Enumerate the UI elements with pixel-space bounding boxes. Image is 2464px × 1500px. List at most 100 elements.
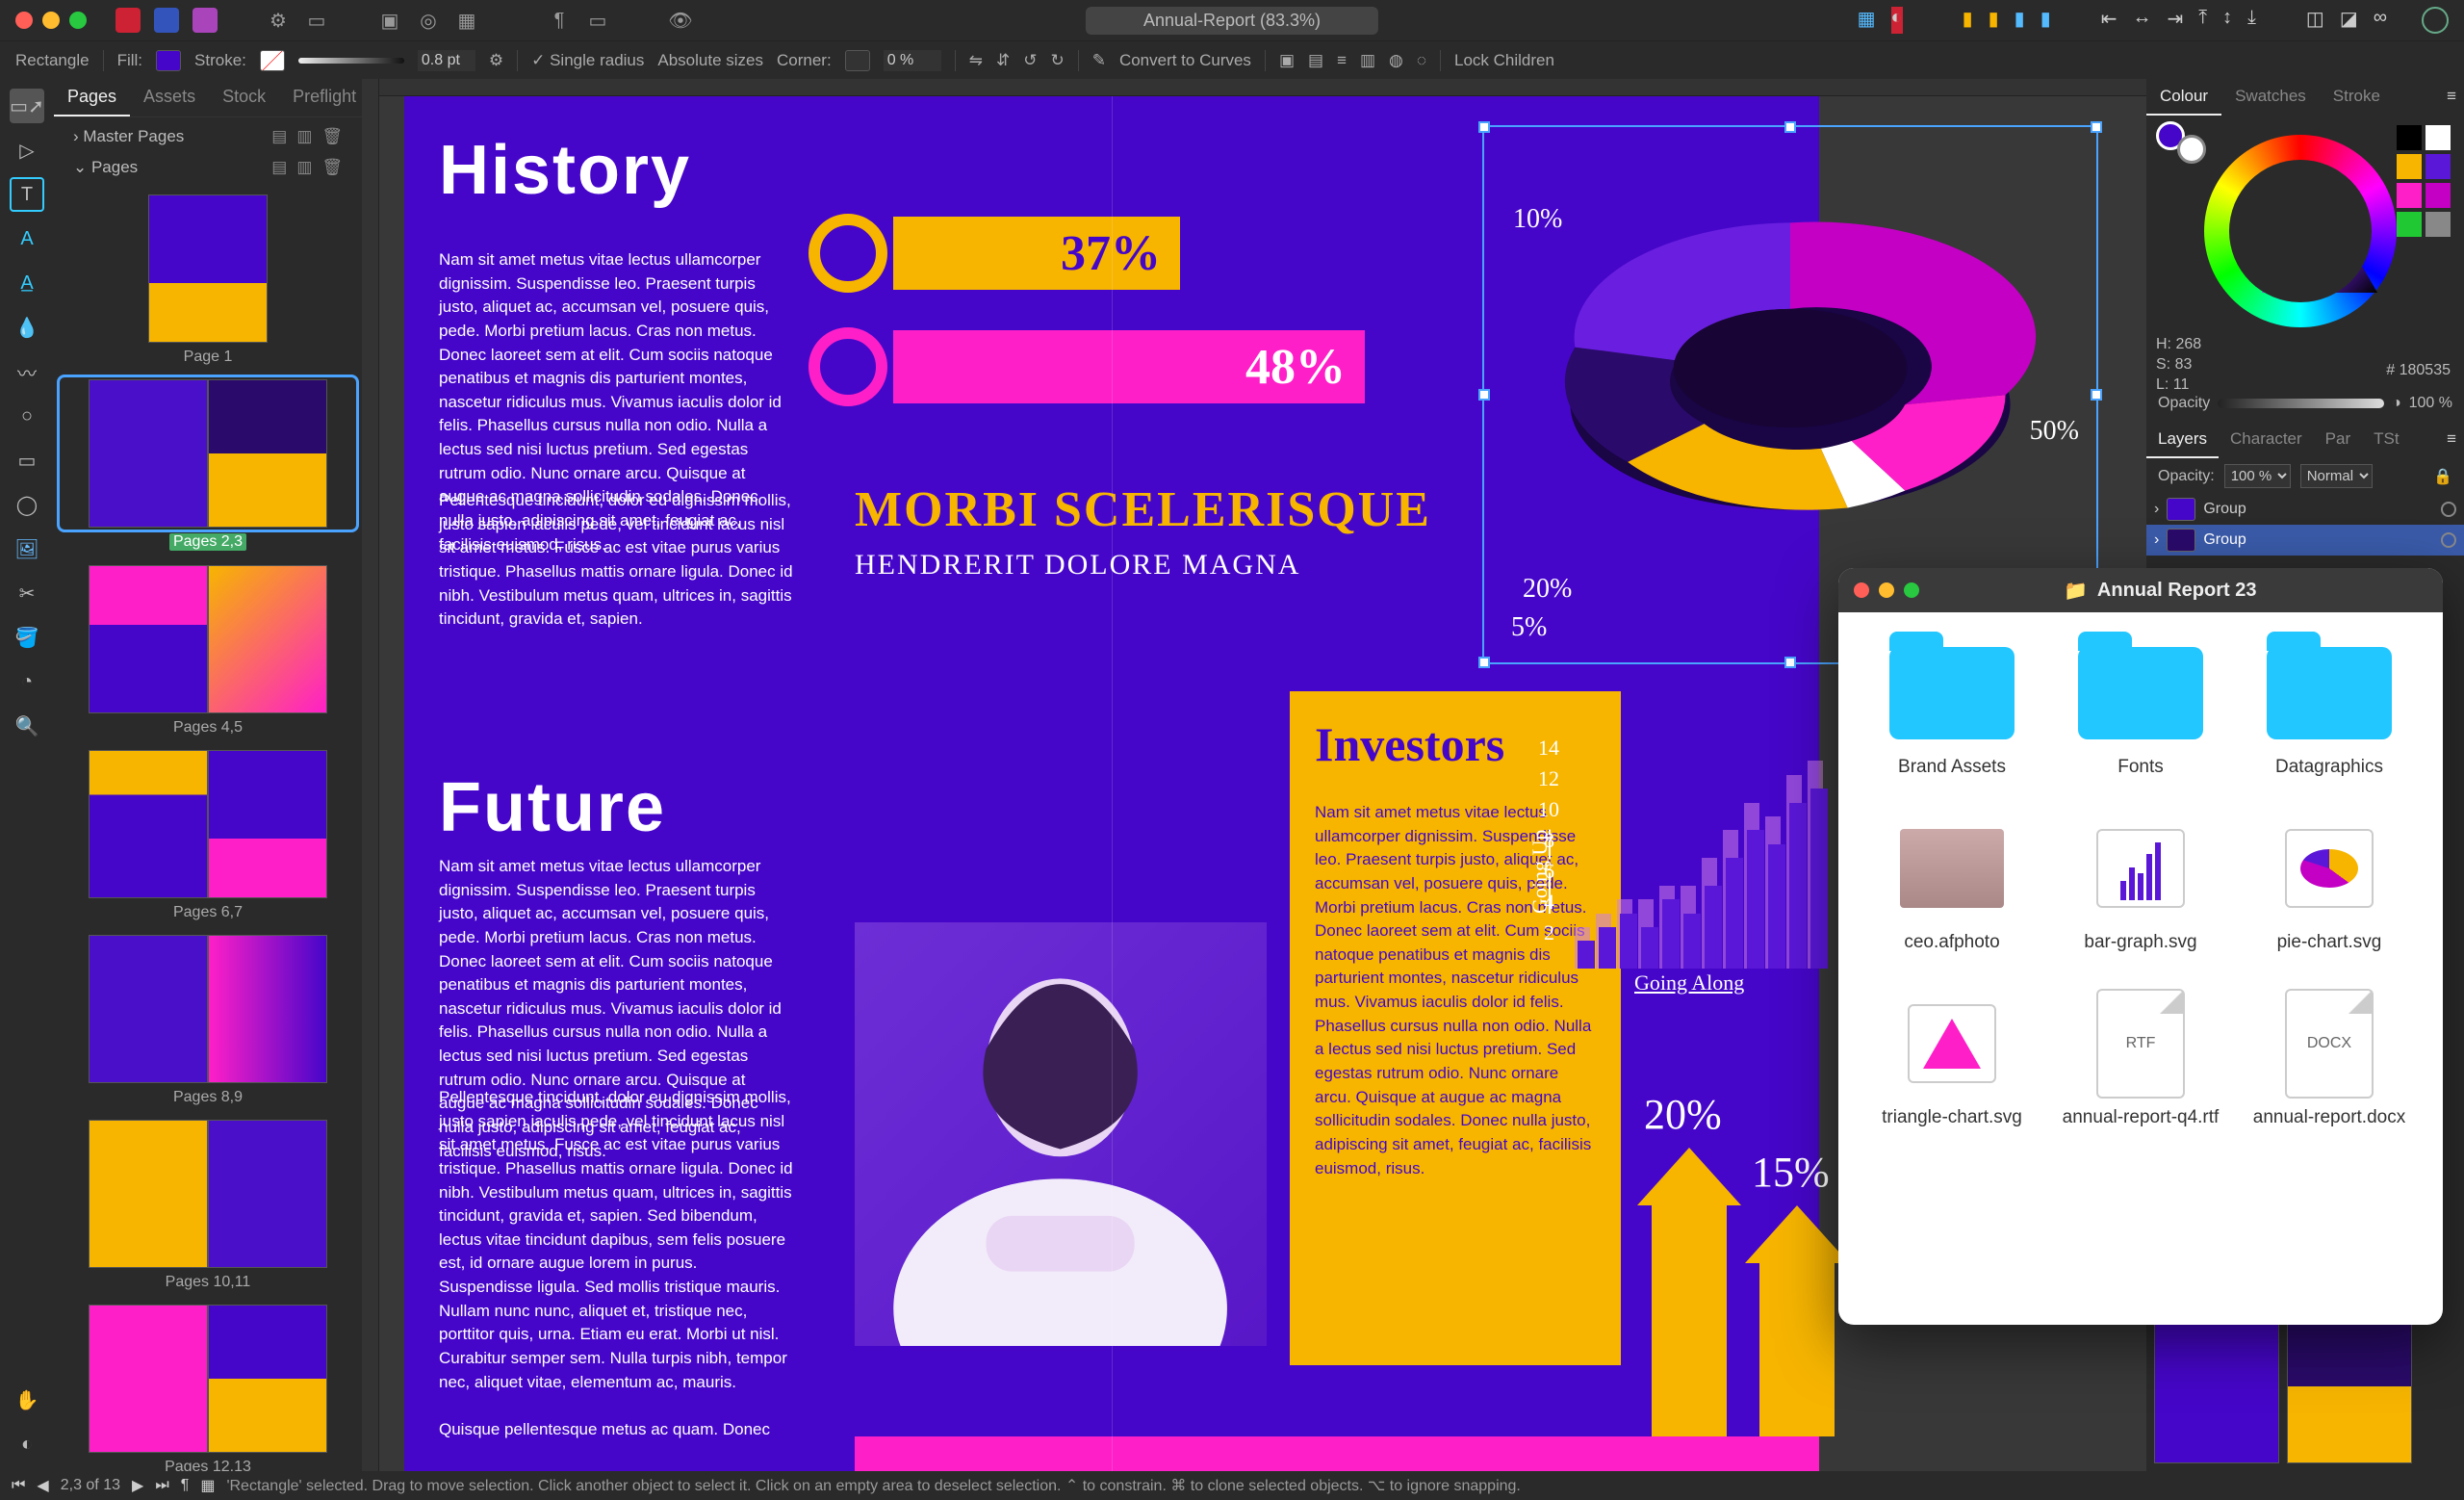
rounded-rect-tool-icon[interactable]: ◯ <box>10 487 44 522</box>
layer-row[interactable]: ›Group <box>2146 525 2464 556</box>
nav-page-right[interactable] <box>2287 1309 2412 1463</box>
layers-menu-icon[interactable]: ≡ <box>2439 422 2464 458</box>
tab-layers[interactable]: Layers <box>2146 422 2219 458</box>
hex-readout[interactable]: # 180535 <box>2386 362 2451 379</box>
tab-colour[interactable]: Colour <box>2146 79 2221 116</box>
stroke-width-field[interactable] <box>418 50 475 71</box>
rotate-cw-icon[interactable]: ↻ <box>1050 51 1064 70</box>
preferences-icon[interactable]: ⚙ <box>266 8 291 33</box>
stroke-width-slider[interactable] <box>298 58 404 64</box>
page-thumb-1[interactable]: Page 1 <box>62 194 354 366</box>
finder-item[interactable]: Datagraphics <box>2245 641 2414 778</box>
finder-item[interactable]: bar-graph.svg <box>2056 816 2225 953</box>
eyedropper-tool-icon[interactable]: 💧 <box>10 310 44 345</box>
colour-chooser-icon[interactable]: ◐ <box>10 1427 44 1461</box>
nav-page-left[interactable] <box>2154 1309 2279 1463</box>
page-thumb-10-11[interactable]: Pages 10,11 <box>62 1120 354 1291</box>
view-options-icon[interactable]: ▦ <box>200 1476 215 1495</box>
absolute-sizes-label[interactable]: Absolute sizes <box>657 51 763 70</box>
colour-wheel[interactable] <box>2204 135 2397 327</box>
tab-paragraph[interactable]: Par <box>2314 422 2362 458</box>
fill-swatch[interactable] <box>156 50 181 71</box>
document-title[interactable]: Annual-Report (83.3%) <box>1086 7 1378 35</box>
stroke-swatch[interactable] <box>260 50 285 71</box>
designer-persona-icon[interactable] <box>154 8 179 33</box>
minimize-window-icon[interactable] <box>1879 582 1894 598</box>
first-page-icon[interactable]: ⏮ <box>12 1477 25 1494</box>
link-icon[interactable]: ∞ <box>2374 7 2387 34</box>
master-pages-header[interactable]: › Master Pages <box>73 127 184 146</box>
show-text-wrap-icon[interactable]: ▤ <box>1308 51 1323 70</box>
master-options-icon[interactable]: ▥ <box>296 127 312 146</box>
arrange-front-icon[interactable]: ▮ <box>2040 7 2051 34</box>
preview-mode-icon[interactable]: 👁 <box>668 8 693 33</box>
page-thumb-2-3[interactable]: Pages 2,3 <box>62 379 354 552</box>
zoom-window-icon[interactable] <box>1904 582 1919 598</box>
baseline-icon[interactable]: ¶ <box>547 8 572 33</box>
corner-value-field[interactable] <box>884 50 941 71</box>
close-window-icon[interactable] <box>1854 582 1869 598</box>
tab-assets[interactable]: Assets <box>130 79 209 116</box>
tab-text-styles[interactable]: TSt <box>2362 422 2410 458</box>
swatch[interactable] <box>2397 212 2422 237</box>
document-spread[interactable]: History Nam sit amet metus vitae lectus … <box>404 94 1819 1471</box>
wrap-settings-icon[interactable]: ▣ <box>1279 51 1295 70</box>
page-thumb-6-7[interactable]: Pages 6,7 <box>62 750 354 921</box>
zoom-window-icon[interactable] <box>69 12 87 29</box>
last-page-icon[interactable]: ⏭ <box>155 1477 168 1494</box>
add-page-icon[interactable]: ▤ <box>271 158 287 177</box>
zoom-tool-icon[interactable]: 🔍 <box>10 709 44 743</box>
finder-item[interactable]: RTFannual-report-q4.rtf <box>2056 992 2225 1128</box>
convert-curves-button[interactable]: Convert to Curves <box>1119 51 1251 70</box>
align-right-icon[interactable]: ⇥ <box>2167 7 2183 34</box>
convert-curves-icon[interactable]: ✎ <box>1092 51 1106 70</box>
layer-lock-icon[interactable]: 🔒 <box>2433 467 2452 486</box>
noise-toggle-icon[interactable]: ◑ <box>2392 395 2401 412</box>
flip-horizontal-icon[interactable]: ⇋ <box>969 51 983 70</box>
arrange-backward-icon[interactable]: ▮ <box>1989 7 1999 34</box>
finder-item[interactable]: Brand Assets <box>1867 641 2037 778</box>
page-thumb-4-5[interactable]: Pages 4,5 <box>62 565 354 737</box>
transparency-tool-icon[interactable]: ◔ <box>10 664 44 699</box>
rotate-ccw-icon[interactable]: ↺ <box>1023 51 1037 70</box>
swatch[interactable] <box>2397 154 2422 179</box>
arrange-forward-icon[interactable]: ▮ <box>2015 7 2025 34</box>
finder-item[interactable]: triangle-chart.svg <box>1867 992 2037 1128</box>
page-thumb-8-9[interactable]: Pages 8,9 <box>62 935 354 1106</box>
preflight-icon[interactable]: ▣ <box>377 8 402 33</box>
finder-item[interactable]: ceo.afphoto <box>1867 816 2037 953</box>
align-hcenter-icon[interactable]: ↔ <box>2132 7 2151 34</box>
swatch[interactable] <box>2397 125 2422 150</box>
snapping-icon[interactable]: ▦ <box>1858 7 1876 34</box>
document-setup-icon[interactable]: ▭ <box>304 8 329 33</box>
panel-menu-icon[interactable]: ≡ <box>2439 79 2464 116</box>
finder-item[interactable]: Fonts <box>2056 641 2225 778</box>
visibility-icon[interactable] <box>2441 532 2456 548</box>
tab-pages[interactable]: Pages <box>54 79 130 116</box>
ungroup-icon[interactable]: ◪ <box>2340 7 2358 34</box>
toggle-ui-icon[interactable]: ◐ <box>1891 7 1903 34</box>
tab-preflight[interactable]: Preflight <box>279 79 370 116</box>
pages-header[interactable]: ⌄ Pages <box>73 158 138 177</box>
arrange-back-icon[interactable]: ▮ <box>1963 7 1973 34</box>
text-flow-icon[interactable]: ¶ <box>181 1477 190 1494</box>
fill-tool-icon[interactable]: 🪣 <box>10 620 44 655</box>
boolean-add-icon[interactable]: ◍ <box>1389 51 1403 70</box>
swatch[interactable] <box>2426 125 2451 150</box>
page-options-icon[interactable]: ▥ <box>296 158 312 177</box>
swatch[interactable] <box>2426 212 2451 237</box>
node-tool-icon[interactable]: ▷ <box>10 133 44 168</box>
boolean-subtract-icon[interactable]: ◌ <box>1417 51 1426 70</box>
finder-item[interactable]: pie-chart.svg <box>2245 816 2414 953</box>
align-panel-icon[interactable]: ≡ <box>1337 51 1347 70</box>
distribute-icon[interactable]: ▥ <box>1360 51 1375 70</box>
opacity-slider[interactable] <box>2218 399 2384 408</box>
align-vcenter-icon[interactable]: ↕ <box>2222 7 2232 34</box>
vector-crop-tool-icon[interactable]: ✂ <box>10 576 44 610</box>
next-page-icon[interactable]: ▶ <box>132 1476 143 1495</box>
swatch[interactable] <box>2426 154 2451 179</box>
layer-opacity-dropdown[interactable]: 100 % <box>2224 464 2291 488</box>
tab-stock[interactable]: Stock <box>209 79 279 116</box>
section-manager-icon[interactable]: ▦ <box>454 8 479 33</box>
photo-persona-icon[interactable] <box>192 8 218 33</box>
